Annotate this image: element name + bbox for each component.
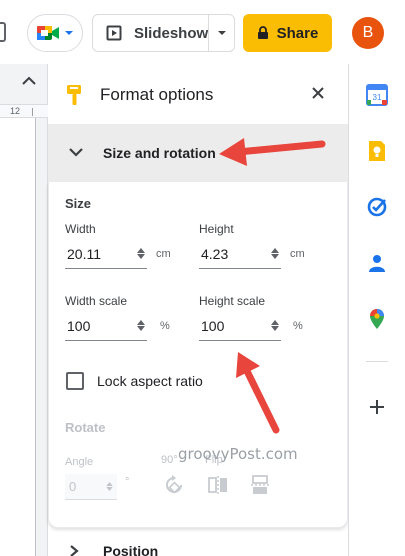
slideshow-label: Slideshow [134, 24, 209, 42]
sidebar-divider [366, 361, 388, 362]
height-value: 4.23 [201, 245, 229, 262]
format-options-panel: Format options Size and rotation Size Wi… [48, 64, 348, 556]
size-heading: Size [65, 196, 92, 211]
top-toolbar: Slideshow Share B [0, 0, 405, 64]
slideshow-dropdown[interactable] [209, 28, 234, 38]
account-avatar[interactable]: B [352, 17, 384, 49]
maps-glyph [370, 309, 384, 329]
width-label: Width [65, 222, 96, 236]
present-icon [106, 25, 122, 41]
width-scale-input[interactable]: 100 [65, 311, 147, 341]
width-value: 20.11 [67, 245, 101, 262]
meet-icon [37, 26, 59, 40]
decrement-icon[interactable] [137, 326, 145, 331]
share-label: Share [276, 24, 319, 42]
position-section-header[interactable]: Position [48, 542, 348, 556]
height-input[interactable]: 4.23 [199, 239, 281, 269]
lock-aspect-checkbox[interactable] [66, 372, 84, 390]
side-panel-apps: 31 [348, 64, 405, 556]
angle-input[interactable]: 0 [65, 474, 117, 500]
decrement-icon[interactable] [271, 254, 279, 259]
tasks-icon[interactable] [366, 196, 388, 218]
close-icon[interactable] [311, 86, 325, 100]
width-scale-unit: % [160, 320, 170, 332]
slideshow-button[interactable]: Slideshow [93, 15, 210, 51]
add-glyph [370, 400, 384, 414]
chevron-up-icon[interactable] [22, 76, 36, 86]
add-icon[interactable] [366, 396, 388, 418]
width-unit: cm [156, 248, 171, 260]
watermark: groovyPost.com [178, 445, 298, 463]
ruler-tick [32, 108, 33, 116]
width-scale-label: Width scale [65, 294, 128, 308]
height-label: Height [199, 222, 234, 236]
partial-icon [0, 22, 6, 42]
height-scale-stepper[interactable] [271, 320, 279, 331]
angle-stepper[interactable] [106, 482, 113, 491]
angle-value: 0 [69, 479, 77, 494]
lock-icon [257, 26, 268, 39]
ruler: 12 [0, 104, 48, 118]
position-section-title: Position [103, 543, 159, 556]
size-rotation-section-body: Size Width 20.11 cm Height 4.23 cm Width… [48, 182, 348, 528]
calendar-glyph: 31 [366, 84, 388, 106]
lock-aspect-label: Lock aspect ratio [97, 373, 203, 389]
height-stepper[interactable] [271, 248, 279, 259]
rotate-90-icon[interactable] [163, 474, 185, 496]
width-input[interactable]: 20.11 [65, 239, 147, 269]
height-scale-input[interactable]: 100 [199, 311, 281, 341]
meet-button[interactable] [27, 14, 83, 52]
chevron-right-icon [70, 545, 79, 556]
increment-icon[interactable] [271, 248, 279, 253]
flip-vertical-icon[interactable] [249, 474, 271, 496]
increment-icon[interactable] [271, 320, 279, 325]
chevron-down-icon [65, 31, 73, 35]
decrement-icon[interactable] [137, 254, 145, 259]
section-title: Size and rotation [103, 145, 216, 161]
width-scale-stepper[interactable] [137, 320, 145, 331]
decrement-icon[interactable] [271, 326, 279, 331]
caret-down-icon [217, 31, 226, 35]
panel-title: Format options [100, 85, 214, 104]
ruler-mark: 12 [10, 106, 21, 116]
increment-icon[interactable] [137, 248, 145, 253]
tasks-glyph [367, 197, 387, 217]
height-unit: cm [290, 248, 305, 260]
keep-glyph [369, 141, 385, 161]
angle-label: Angle [65, 456, 94, 468]
contacts-icon[interactable] [366, 252, 388, 274]
rotate-heading: Rotate [65, 420, 106, 435]
share-button[interactable]: Share [243, 14, 332, 52]
width-stepper[interactable] [137, 248, 145, 259]
height-scale-unit: % [293, 320, 303, 332]
rotate-90-label: 90° [161, 454, 178, 466]
slideshow-button-group: Slideshow [92, 14, 235, 52]
maps-icon[interactable] [366, 308, 388, 330]
increment-icon[interactable] [137, 320, 145, 325]
calendar-icon[interactable]: 31 [366, 84, 388, 106]
keep-icon[interactable] [366, 140, 388, 162]
panel-header: Format options [48, 64, 348, 124]
chevron-down-icon [69, 148, 83, 157]
paint-roller-icon [67, 85, 81, 105]
slide-canvas-area: 12 [0, 64, 48, 556]
slide-canvas[interactable] [0, 118, 36, 556]
height-scale-value: 100 [201, 317, 225, 334]
calendar-day: 31 [373, 93, 382, 102]
height-scale-label: Height scale [199, 294, 266, 308]
increment-icon[interactable] [106, 482, 113, 486]
width-scale-value: 100 [67, 317, 91, 334]
contacts-glyph [369, 255, 385, 272]
flip-horizontal-icon[interactable] [207, 474, 229, 496]
decrement-icon[interactable] [106, 487, 113, 491]
angle-unit: ° [125, 476, 130, 488]
size-rotation-section-header[interactable]: Size and rotation [48, 124, 348, 182]
